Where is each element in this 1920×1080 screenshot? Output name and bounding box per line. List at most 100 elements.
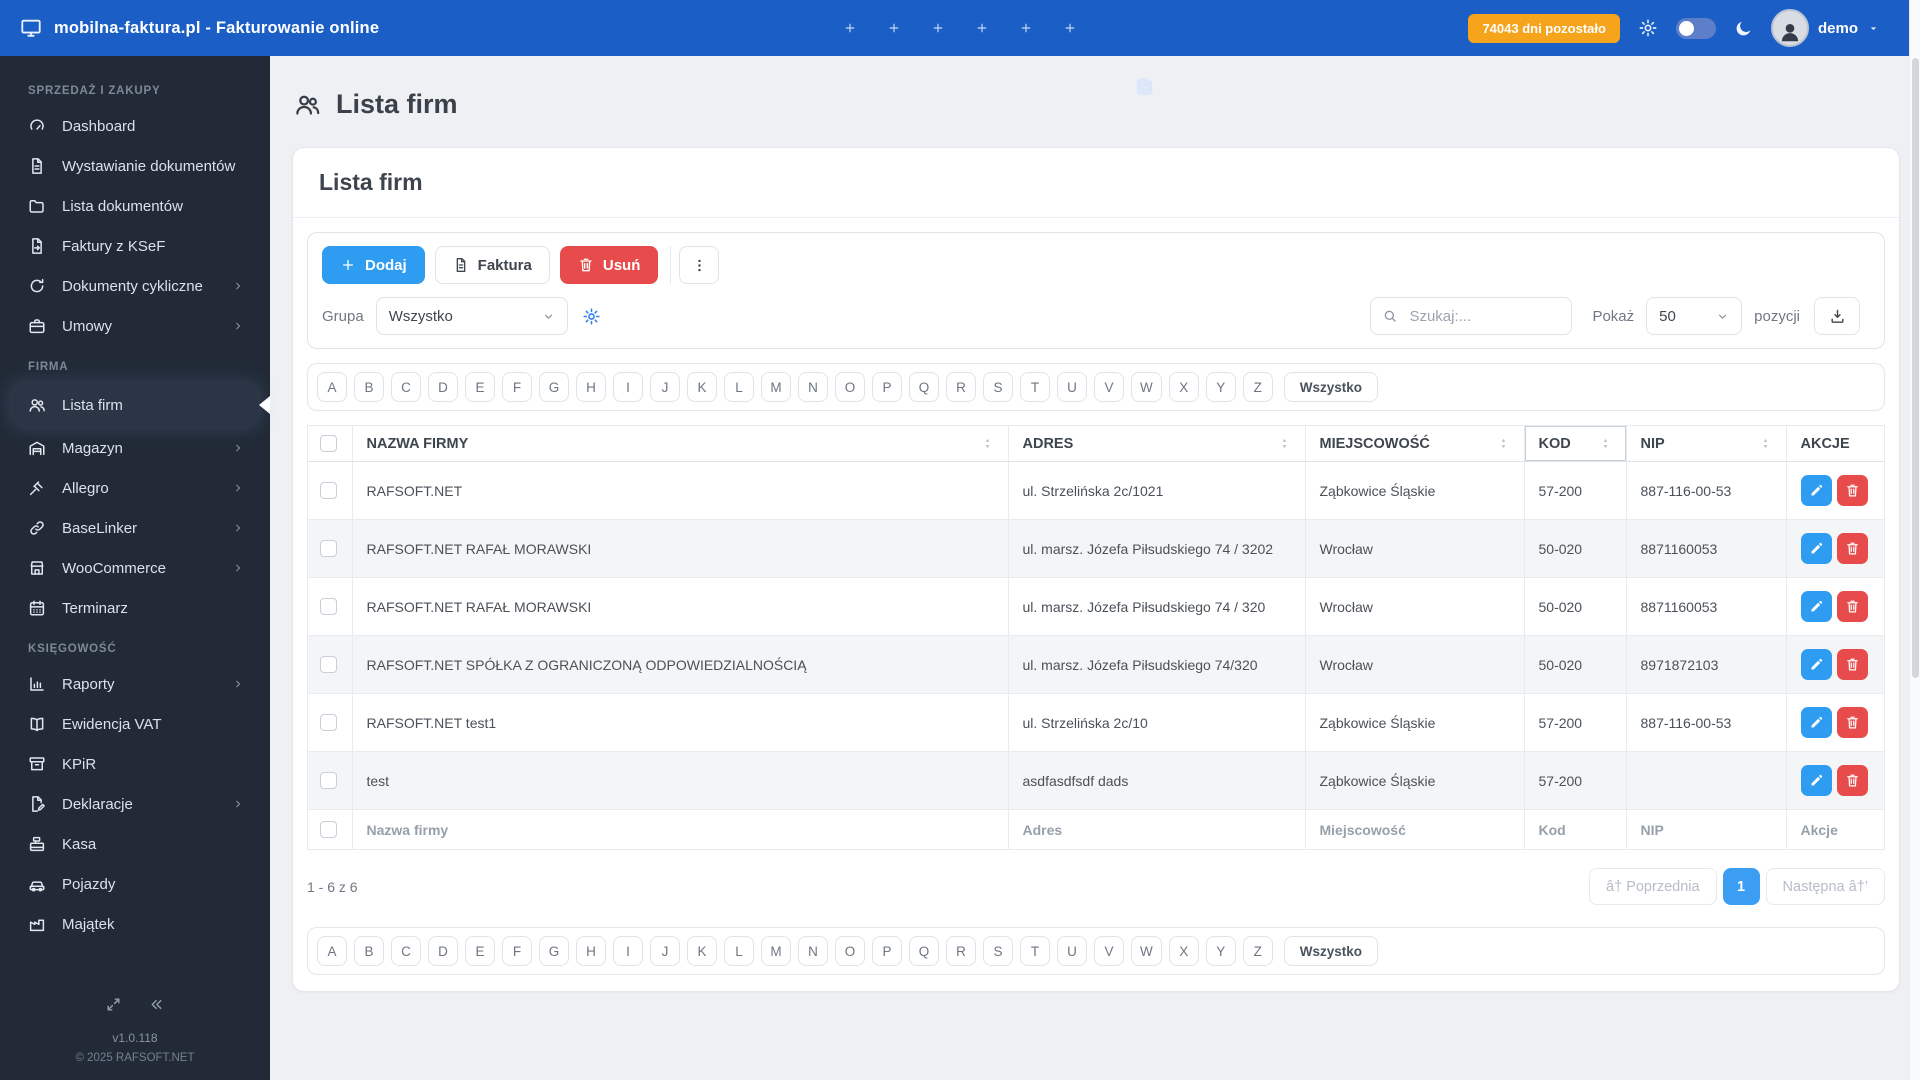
delete-row-button[interactable] bbox=[1836, 533, 1868, 564]
column-header-akcje[interactable]: AKCJE bbox=[1786, 426, 1884, 462]
sidebar-item-magazyn[interactable]: Magazyn bbox=[0, 428, 270, 468]
alphabet-letter-button[interactable]: D bbox=[428, 372, 458, 402]
alphabet-letter-button[interactable]: E bbox=[465, 936, 495, 966]
scrollbar-thumb[interactable] bbox=[1912, 58, 1919, 678]
alphabet-letter-button[interactable]: H bbox=[576, 372, 606, 402]
dark-mode-moon-icon[interactable] bbox=[1734, 19, 1753, 38]
alphabet-letter-button[interactable]: U bbox=[1057, 936, 1087, 966]
quick-add-service[interactable] bbox=[1019, 21, 1153, 94]
scrollbar[interactable] bbox=[1909, 0, 1920, 1080]
sidebar-item-kpir[interactable]: KPiR bbox=[0, 744, 270, 784]
alphabet-letter-button[interactable]: H bbox=[576, 936, 606, 966]
alphabet-letter-button[interactable]: S bbox=[983, 936, 1013, 966]
alphabet-letter-button[interactable]: K bbox=[687, 936, 717, 966]
quick-add-product[interactable] bbox=[975, 21, 1152, 95]
delete-row-button[interactable] bbox=[1836, 649, 1868, 680]
quick-add-order[interactable] bbox=[887, 21, 1153, 95]
column-header-nip[interactable]: NIP bbox=[1626, 426, 1787, 462]
delete-row-button[interactable] bbox=[1836, 707, 1868, 738]
alphabet-letter-button[interactable]: A bbox=[317, 936, 347, 966]
alphabet-letter-button[interactable]: Q bbox=[909, 936, 939, 966]
alphabet-letter-button[interactable]: R bbox=[946, 936, 976, 966]
alphabet-letter-button[interactable]: Y bbox=[1205, 372, 1236, 402]
column-header-adres[interactable]: ADRES bbox=[1008, 426, 1306, 462]
sidebar-item-dokumenty-cykliczne[interactable]: Dokumenty cykliczne bbox=[0, 266, 270, 306]
alphabet-letter-button[interactable]: J bbox=[650, 372, 680, 402]
alphabet-letter-button[interactable]: O bbox=[835, 372, 865, 402]
sidebar-item-majatek[interactable]: Majątek bbox=[0, 904, 270, 944]
alphabet-letter-button[interactable]: L bbox=[724, 372, 754, 402]
sidebar-item-terminarz[interactable]: Terminarz bbox=[0, 588, 270, 628]
alphabet-letter-button[interactable]: L bbox=[724, 936, 754, 966]
delete-row-button[interactable] bbox=[1836, 475, 1868, 506]
sidebar-item-kasa[interactable]: Kasa bbox=[0, 824, 270, 864]
row-checkbox[interactable] bbox=[320, 714, 337, 731]
invoice-button[interactable]: Faktura bbox=[434, 246, 550, 284]
sidebar-item-lista-dokumentow[interactable]: Lista dokumentów bbox=[0, 186, 270, 226]
export-download-button[interactable] bbox=[1814, 297, 1860, 335]
user-menu[interactable]: demo bbox=[1770, 9, 1880, 47]
alphabet-letter-button[interactable]: Z bbox=[1242, 936, 1273, 966]
alphabet-letter-button[interactable]: N bbox=[798, 936, 828, 966]
page-1-button[interactable]: 1 bbox=[1722, 868, 1760, 905]
settings-gear-icon[interactable] bbox=[1638, 18, 1658, 38]
alphabet-letter-button[interactable]: D bbox=[428, 936, 458, 966]
alphabet-letter-button[interactable]: R bbox=[946, 372, 976, 402]
sidebar-item-dashboard[interactable]: Dashboard bbox=[0, 106, 270, 146]
alphabet-letter-button[interactable]: E bbox=[465, 372, 495, 402]
sidebar-item-lista-firm[interactable]: Lista firm bbox=[12, 384, 258, 426]
alphabet-letter-button[interactable]: C bbox=[391, 372, 421, 402]
sidebar-item-ewidencja-vat[interactable]: Ewidencja VAT bbox=[0, 704, 270, 744]
edit-row-button[interactable] bbox=[1800, 765, 1832, 796]
alphabet-letter-button[interactable]: U bbox=[1057, 372, 1087, 402]
previous-page-button[interactable]: â† Poprzednia bbox=[1589, 868, 1717, 905]
sidebar-item-wystawianie-dokumentow[interactable]: Wystawianie dokumentów bbox=[0, 146, 270, 186]
row-checkbox[interactable] bbox=[320, 772, 337, 789]
sidebar-item-umowy[interactable]: Umowy bbox=[0, 306, 270, 346]
alphabet-letter-button[interactable]: X bbox=[1168, 372, 1199, 402]
alphabet-all-button[interactable]: Wszystko bbox=[1283, 936, 1379, 966]
sidebar-item-pojazdy[interactable]: Pojazdy bbox=[0, 864, 270, 904]
next-page-button[interactable]: Następna â†’ bbox=[1765, 868, 1885, 905]
search-input[interactable] bbox=[1370, 297, 1573, 335]
alphabet-letter-button[interactable]: P bbox=[872, 372, 902, 402]
alphabet-letter-button[interactable]: G bbox=[539, 372, 569, 402]
column-header-kod[interactable]: KOD bbox=[1524, 426, 1627, 462]
alphabet-letter-button[interactable]: B bbox=[354, 936, 384, 966]
alphabet-letter-button[interactable]: W bbox=[1131, 936, 1162, 966]
alphabet-letter-button[interactable]: Z bbox=[1242, 372, 1273, 402]
sidebar-item-allegro[interactable]: Allegro bbox=[0, 468, 270, 508]
quick-add-event[interactable] bbox=[1063, 21, 1153, 95]
alphabet-all-button[interactable]: Wszystko bbox=[1283, 372, 1379, 402]
alphabet-letter-button[interactable]: T bbox=[1020, 936, 1050, 966]
edit-row-button[interactable] bbox=[1800, 533, 1832, 564]
days-remaining-badge[interactable]: 74043 dni pozostało bbox=[1468, 13, 1620, 43]
edit-row-button[interactable] bbox=[1800, 591, 1832, 622]
alphabet-letter-button[interactable]: V bbox=[1094, 372, 1124, 402]
add-button[interactable]: Dodaj bbox=[322, 246, 425, 284]
delete-row-button[interactable] bbox=[1836, 591, 1868, 622]
edit-row-button[interactable] bbox=[1800, 707, 1832, 738]
alphabet-letter-button[interactable]: W bbox=[1131, 372, 1162, 402]
edit-row-button[interactable] bbox=[1800, 649, 1832, 680]
alphabet-letter-button[interactable]: J bbox=[650, 936, 680, 966]
alphabet-letter-button[interactable]: V bbox=[1094, 936, 1124, 966]
theme-toggle[interactable] bbox=[1675, 17, 1716, 39]
row-checkbox[interactable] bbox=[320, 482, 337, 499]
edit-row-button[interactable] bbox=[1800, 475, 1832, 506]
column-header-nazwa-firmy[interactable]: NAZWA FIRMY bbox=[352, 426, 1009, 462]
delete-button[interactable]: Usuń bbox=[559, 246, 659, 284]
sidebar-item-woocommerce[interactable]: WooCommerce bbox=[0, 548, 270, 588]
alphabet-letter-button[interactable]: P bbox=[872, 936, 902, 966]
quick-add-contact[interactable] bbox=[931, 21, 1153, 94]
sidebar-item-baselinker[interactable]: BaseLinker bbox=[0, 508, 270, 548]
alphabet-letter-button[interactable]: F bbox=[502, 936, 532, 966]
row-checkbox[interactable] bbox=[320, 540, 337, 557]
alphabet-letter-button[interactable]: Y bbox=[1205, 936, 1236, 966]
group-settings-gear-icon[interactable] bbox=[582, 307, 601, 326]
alphabet-letter-button[interactable]: I bbox=[613, 936, 643, 966]
alphabet-letter-button[interactable]: T bbox=[1020, 372, 1050, 402]
alphabet-letter-button[interactable]: N bbox=[798, 372, 828, 402]
collapse-sidebar-icon[interactable] bbox=[148, 996, 165, 1013]
group-select[interactable]: Wszystko bbox=[375, 297, 568, 335]
